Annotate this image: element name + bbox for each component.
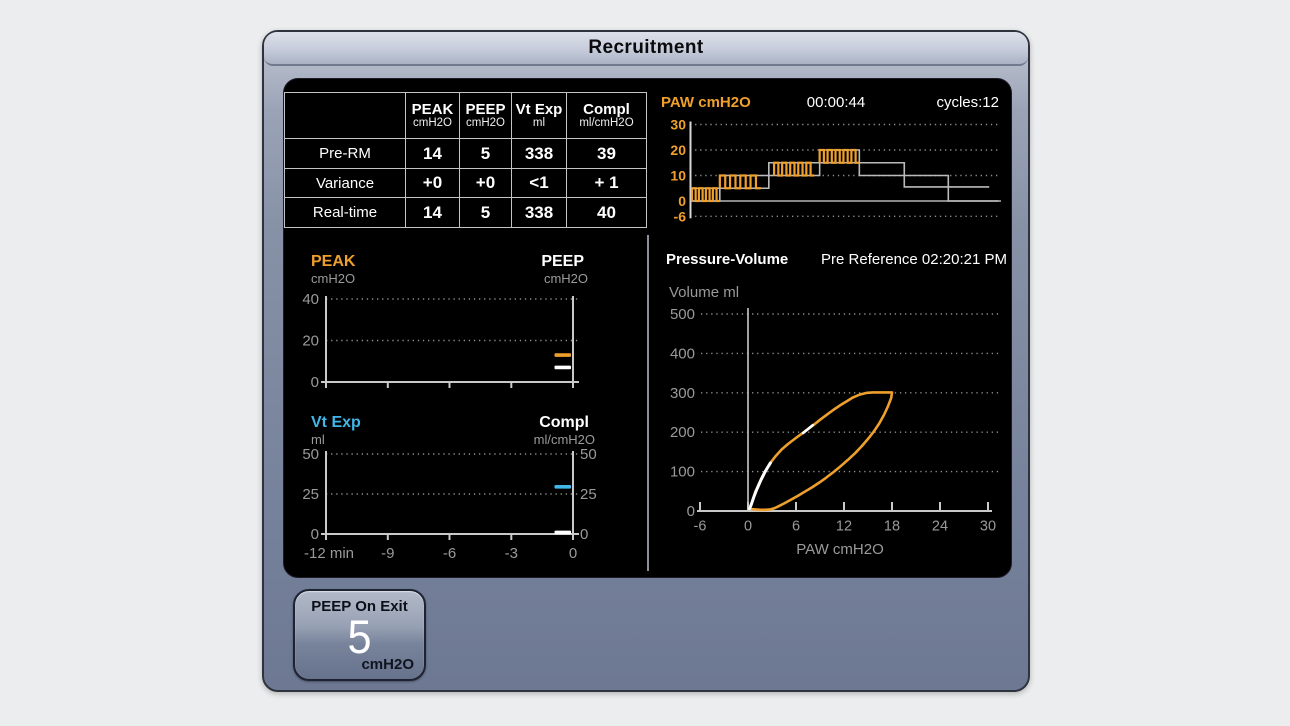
svg-text:0: 0 [687,503,695,520]
cell: 14 [406,198,460,228]
peep-on-exit-unit: cmH2O [361,656,414,673]
cell: 14 [406,139,460,169]
svg-text:25: 25 [580,486,597,503]
svg-text:10: 10 [670,168,686,184]
svg-text:200: 200 [670,424,695,441]
svg-text:-12 min: -12 min [304,545,354,562]
row-label: Real-time [285,198,406,228]
table-row-variance: Variance +0 +0 <1 + 1 [285,169,647,198]
table-corner-cell [285,93,406,139]
svg-text:24: 24 [932,519,948,535]
svg-text:-3: -3 [505,545,518,562]
svg-text:40: 40 [302,291,319,308]
pressure-volume-chart: Pressure-Volume Pre Reference 02:20:21 P… [649,246,1011,576]
cell: +0 [406,169,460,198]
table-row-pre-rm: Pre-RM 14 5 338 39 [285,139,647,169]
svg-text:0: 0 [569,545,577,562]
svg-text:20: 20 [302,333,319,350]
svg-text:50: 50 [302,446,319,463]
svg-text:6: 6 [792,519,800,535]
col-peep: PEEPcmH2O [460,93,512,139]
cell: 5 [460,198,512,228]
cell: 40 [567,198,647,228]
vtexp-compl-trend-chart: Vt Exp ml Compl ml/cmH2O 5025050250-12 m… [288,411,628,571]
col-peak: PEAKcmH2O [406,93,460,139]
svg-text:500: 500 [670,306,695,323]
svg-text:20: 20 [670,142,686,158]
svg-text:-6: -6 [674,208,687,224]
paw-trend-chart: PAW cmH2O 00:00:44 cycles:12 3020100-6 [651,89,1011,229]
screen: Recruitment PEAKcmH2O PEEPcmH2O Vt Expml… [0,0,1290,726]
cell: 338 [512,198,567,228]
row-label: Pre-RM [285,139,406,169]
table-row-real-time: Real-time 14 5 338 40 [285,198,647,228]
svg-text:300: 300 [670,385,695,402]
svg-text:-9: -9 [381,545,394,562]
svg-text:30: 30 [670,117,686,133]
svg-text:50: 50 [580,446,597,463]
svg-text:18: 18 [884,519,900,535]
page-title: Recruitment [588,37,703,59]
svg-text:100: 100 [670,464,695,481]
cell: +0 [460,169,512,198]
cell: + 1 [567,169,647,198]
recruitment-window: Recruitment PEAKcmH2O PEEPcmH2O Vt Expml… [262,30,1030,692]
peak-peep-trend-chart: PEAK cmH2O PEEP cmH2O 40200 [288,251,628,401]
pv-loop-svg: 0100200300400500-60612182430 [649,246,1011,576]
svg-text:0: 0 [678,193,686,209]
svg-text:400: 400 [670,345,695,362]
cell: 39 [567,139,647,169]
svg-text:30: 30 [980,519,996,535]
measurements-table: PEAKcmH2O PEEPcmH2O Vt Expml Complml/cmH… [284,92,647,228]
col-vtexp: Vt Expml [512,93,567,139]
title-bar: Recruitment [264,32,1028,66]
cell: <1 [512,169,567,198]
col-compl: Complml/cmH2O [567,93,647,139]
trend1-svg: 40 20 0 [288,251,628,401]
svg-text:-6: -6 [443,545,456,562]
trend2-svg: 50 25 0 50 25 0 -12 min -9 -6 -3 0 [288,411,628,571]
peep-on-exit-button[interactable]: PEEP On Exit 5 cmH2O [293,589,426,681]
svg-text:0: 0 [580,526,588,543]
svg-text:25: 25 [302,486,319,503]
svg-text:0: 0 [744,519,752,535]
content-panel: PEAKcmH2O PEEPcmH2O Vt Expml Complml/cmH… [283,78,1012,578]
row-label: Variance [285,169,406,198]
paw-chart-svg: 30 20 10 0-6 [651,89,1011,229]
svg-text:12: 12 [836,519,852,535]
cell: 5 [460,139,512,169]
svg-text:0: 0 [311,526,319,543]
table-header-row: PEAKcmH2O PEEPcmH2O Vt Expml Complml/cmH… [285,93,647,139]
svg-text:-6: -6 [694,519,707,535]
cell: 338 [512,139,567,169]
svg-text:0: 0 [311,374,319,391]
